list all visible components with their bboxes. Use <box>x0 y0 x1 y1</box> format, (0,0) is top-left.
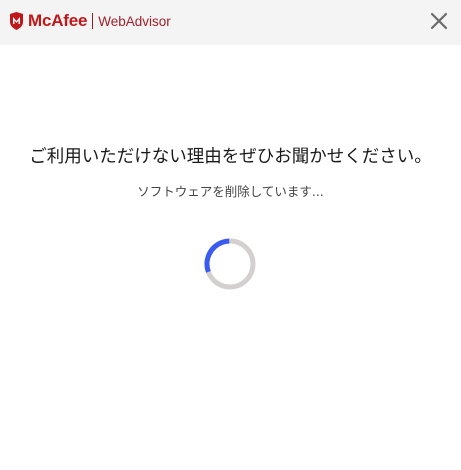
brand-name: McAfee <box>28 11 88 30</box>
brand-logo: McAfee WebAdvisor <box>9 10 171 32</box>
product-name: WebAdvisor <box>98 13 171 29</box>
loading-spinner-icon <box>204 238 256 290</box>
feedback-headline: ご利用いただけない理由をぜひお聞かせください。 <box>29 147 432 167</box>
close-button[interactable] <box>428 10 450 32</box>
uninstall-window: McAfee WebAdvisor ご利用いただけない理由をぜひお聞かせください… <box>0 0 461 470</box>
close-icon <box>430 12 448 30</box>
title-bar: McAfee WebAdvisor <box>0 0 461 45</box>
brand-divider <box>92 13 94 29</box>
status-text: ソフトウェアを削除しています... <box>137 184 324 199</box>
spinner-arc <box>204 238 256 290</box>
mcafee-shield-icon <box>10 12 23 30</box>
